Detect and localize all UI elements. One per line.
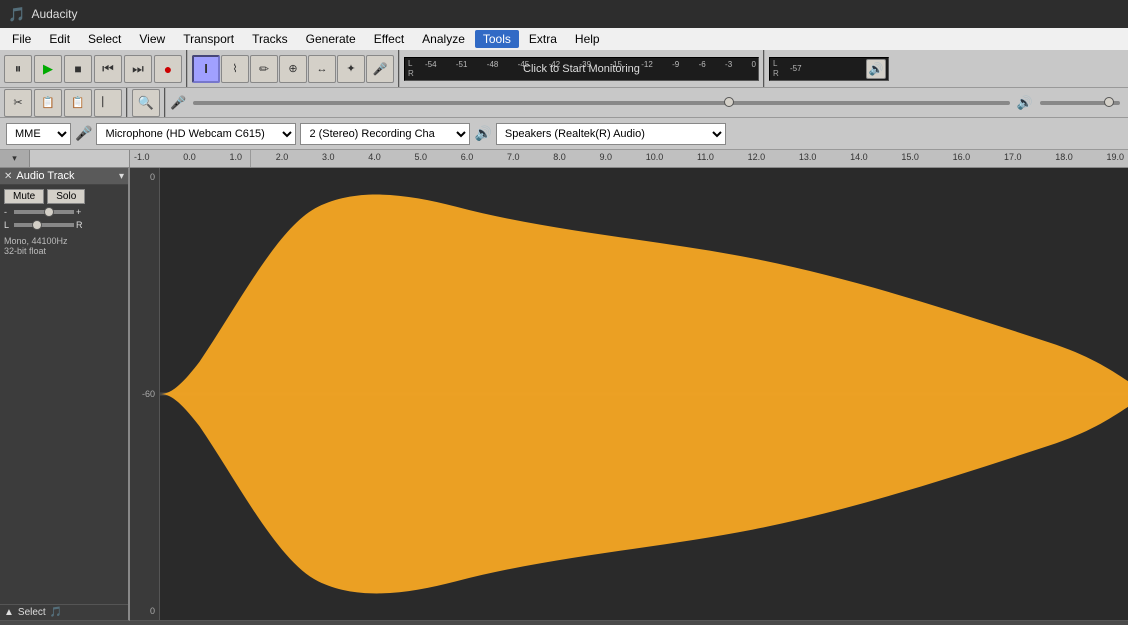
menu-file[interactable]: File <box>4 30 39 48</box>
channels-select[interactable]: 2 (Stereo) Recording Cha <box>300 123 470 145</box>
input-volume-slider-track[interactable] <box>193 101 1010 105</box>
pause-button[interactable]: ⏸ <box>4 55 32 83</box>
input-volume-knob[interactable] <box>724 97 734 107</box>
input-meter-section: L R -54 -51 -48 -45 -42 -39 -15 -12 -9 -… <box>400 50 765 87</box>
volume-plus-label: + <box>76 207 84 217</box>
menu-extra[interactable]: Extra <box>521 30 565 48</box>
scale-mid: -60 <box>130 389 159 399</box>
menu-view[interactable]: View <box>131 30 173 48</box>
envelope-tool-button[interactable]: ⌇ <box>221 55 249 83</box>
time-shift-button[interactable]: ↔ <box>308 55 336 83</box>
solo-button[interactable]: Solo <box>47 189 85 204</box>
input-meter[interactable]: L R -54 -51 -48 -45 -42 -39 -15 -12 -9 -… <box>404 57 759 81</box>
output-device-select[interactable]: Speakers (Realtek(R) Audio) <box>496 123 726 145</box>
copy-button[interactable]: 📋 <box>34 89 62 117</box>
play-button[interactable]: ▶ <box>34 55 62 83</box>
collapse-button[interactable]: ▲ <box>4 607 14 618</box>
pan-slider[interactable] <box>14 223 74 227</box>
waveform-panel[interactable]: 0 -60 0 <box>130 168 1128 621</box>
scale-bot: 0 <box>130 606 159 616</box>
waveform-scale: 0 -60 0 <box>130 168 160 620</box>
output-volume-slider-track[interactable] <box>1040 101 1120 105</box>
skip-start-button[interactable]: ⏮ <box>94 55 122 83</box>
mic-icon: 🎤 <box>170 95 186 111</box>
cut-button[interactable]: ✂ <box>4 89 32 117</box>
pan-row: L R <box>4 220 124 230</box>
track-controls: Mute Solo - + L R <box>0 185 128 234</box>
menu-tracks[interactable]: Tracks <box>244 30 296 48</box>
select-label[interactable]: Select <box>18 607 46 618</box>
stop-button[interactable]: ■ <box>64 55 92 83</box>
output-meter-section: L R -57 -54 🔊 <box>765 50 1128 87</box>
track-name: Audio Track <box>16 170 119 182</box>
transport-section: ⏸ ▶ ■ ⏮ ⏭ ● <box>0 50 188 87</box>
volume-minus-label: - <box>4 207 12 217</box>
volume-knob[interactable] <box>44 207 54 217</box>
ruler-area: -1.0 0.0 1.0 2.0 3.0 4.0 5.0 6.0 7.0 8.0… <box>130 150 1128 167</box>
menu-bar: File Edit Select View Transport Tracks G… <box>0 28 1128 50</box>
menu-edit[interactable]: Edit <box>41 30 78 48</box>
track-bottom-controls: ▲ Select 🎵 <box>0 604 128 620</box>
input-lr-label: L R <box>405 58 417 79</box>
toolbar-row-2: ✂ 📋 📋 ⎸ 🔍 🎤 🔊 <box>0 88 1128 118</box>
menu-analyze[interactable]: Analyze <box>414 30 473 48</box>
menu-generate[interactable]: Generate <box>298 30 364 48</box>
track-label-space: ▾ <box>0 150 130 167</box>
waveform-svg <box>160 168 1128 620</box>
ruler-marks: -1.0 0.0 1.0 2.0 3.0 4.0 5.0 6.0 7.0 8.0… <box>130 150 1128 164</box>
tools-section: I ⌇ ✏ ⊕ ↔ ✦ 🎤 <box>188 50 400 87</box>
output-meter[interactable]: L R -57 -54 🔊 <box>769 57 889 81</box>
playhead <box>250 150 251 167</box>
audio-icon: 🎵 <box>50 607 62 618</box>
record-button[interactable]: ● <box>154 55 182 83</box>
zoom-section: 🔍 <box>128 88 166 117</box>
mute-solo-row: Mute Solo <box>4 189 124 204</box>
menu-help[interactable]: Help <box>567 30 608 48</box>
draw-tool-button[interactable]: ✏ <box>250 55 278 83</box>
menu-tools[interactable]: Tools <box>475 30 519 48</box>
track-info: Mono, 44100Hz 32-bit float <box>0 234 128 258</box>
select-tool-button[interactable]: I <box>192 55 220 83</box>
scale-top: 0 <box>130 172 159 182</box>
device-toolbar: MME 🎤 Microphone (HD Webcam C615) 2 (Ste… <box>0 118 1128 150</box>
mic-input-button[interactable]: 🎤 <box>366 55 394 83</box>
mute-button[interactable]: Mute <box>4 189 44 204</box>
volume-slider-container: - + <box>4 207 124 217</box>
paste-button[interactable]: 📋 <box>64 89 92 117</box>
speaker-icon: 🔊 <box>1017 95 1033 111</box>
speaker-device-icon: 🔊 <box>474 125 491 142</box>
track-close-button[interactable]: ✕ <box>4 171 12 182</box>
output-volume-knob[interactable] <box>1104 97 1114 107</box>
tracks-container: ✕ Audio Track ▾ Mute Solo - + L R <box>0 168 1128 621</box>
host-select[interactable]: MME <box>6 123 71 145</box>
input-volume-section: 🎤 🔊 <box>166 88 1128 117</box>
menu-select[interactable]: Select <box>80 30 129 48</box>
menu-transport[interactable]: Transport <box>175 30 242 48</box>
output-volume-button[interactable]: 🔊 <box>866 59 886 79</box>
skip-end-button[interactable]: ⏭ <box>124 55 152 83</box>
zoom-in-button[interactable]: 🔍 <box>132 89 160 117</box>
track-header: ✕ Audio Track ▾ <box>0 168 128 185</box>
volume-slider[interactable] <box>14 210 74 214</box>
toolbar-row-1: ⏸ ▶ ■ ⏮ ⏭ ● I ⌇ ✏ ⊕ ↔ ✦ 🎤 L R -54 -51 -4… <box>0 50 1128 88</box>
app-icon: 🎵 <box>8 6 25 23</box>
menu-effect[interactable]: Effect <box>366 30 412 48</box>
trim-button[interactable]: ⎸ <box>94 89 122 117</box>
timeline-ruler: ▾ -1.0 0.0 1.0 2.0 3.0 4.0 5.0 6.0 7.0 8… <box>0 150 1128 168</box>
zoom-tool-button[interactable]: ⊕ <box>279 55 307 83</box>
pan-knob[interactable] <box>32 220 42 230</box>
timeline-collapse: ▾ <box>0 150 30 167</box>
track-menu-button[interactable]: ▾ <box>119 171 124 182</box>
output-lr-label: L R <box>770 58 782 79</box>
app-title: Audacity <box>31 7 77 21</box>
tools-section-2: ✂ 📋 📋 ⎸ <box>0 88 128 117</box>
multitool-button[interactable]: ✦ <box>337 55 365 83</box>
input-device-select[interactable]: Microphone (HD Webcam C615) <box>96 123 296 145</box>
title-bar: 🎵 Audacity <box>0 0 1128 28</box>
track-label-panel: ✕ Audio Track ▾ Mute Solo - + L R <box>0 168 130 621</box>
waveform-canvas <box>160 168 1128 620</box>
mic-device-icon: 🎤 <box>75 125 92 142</box>
